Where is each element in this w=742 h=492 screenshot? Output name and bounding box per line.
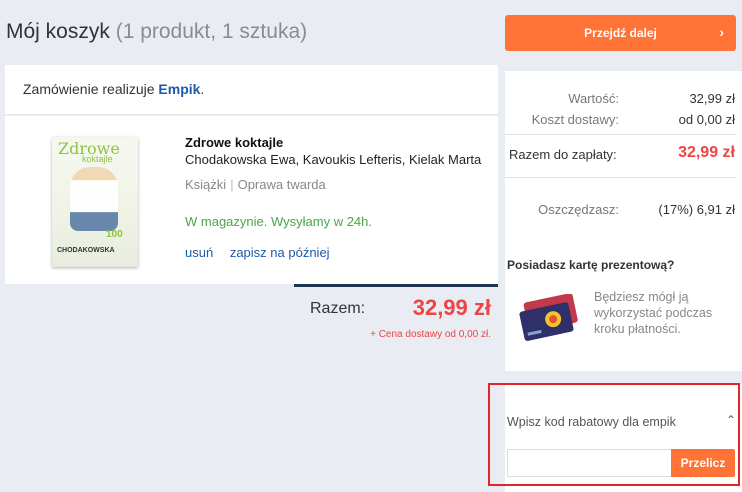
discount-code-input[interactable] — [507, 449, 672, 477]
page-title-text: Mój koszyk — [6, 20, 110, 43]
order-sidebar: Przejdź dalej › Wartość: 32,99 zł Koszt … — [505, 0, 742, 492]
cover-title-2: koktajle — [82, 154, 113, 164]
product-actions: usuń zapisz na później — [185, 245, 343, 260]
product-title[interactable]: Zdrowe koktajle — [185, 135, 283, 150]
discount-section: Wpisz kod rabatowy dla empik ⌃ Przelicz — [505, 384, 742, 492]
total-value: 32,99 zł — [412, 295, 491, 320]
total-divider — [294, 284, 498, 287]
remove-link[interactable]: usuń — [185, 245, 213, 260]
seller-prefix: Zamówienie realizuje — [23, 81, 159, 97]
summary-divider — [505, 177, 736, 178]
product-category: Książki — [185, 177, 227, 192]
total-pay-amount: 32,99 zł — [678, 144, 735, 161]
product-meta: Książki | Oprawa twarda — [185, 177, 326, 192]
seller-link[interactable]: Empik — [158, 81, 200, 97]
summary-divider — [505, 134, 736, 135]
seller-info: Zamówienie realizuje Empik. — [5, 65, 498, 115]
cover-figure — [70, 167, 118, 231]
availability-status: W magazynie. Wysyłamy w 24h. — [185, 214, 372, 229]
shipping-amount: od 0,00 zł — [678, 112, 735, 127]
proceed-button[interactable]: Przejdź dalej › — [505, 15, 736, 51]
proceed-label: Przejdź dalej — [584, 26, 657, 40]
gift-card-text: Będziesz mógł ją wykorzystać podczas kro… — [594, 290, 713, 336]
gift-card-icon — [519, 294, 578, 341]
product-authors: Chodakowska Ewa, Kavoukis Lefteris, Kiel… — [185, 152, 482, 167]
seller-text: Zamówienie realizuje Empik. — [23, 81, 204, 97]
product-binding: Oprawa twarda — [237, 177, 326, 192]
savings-amount: (17%) 6,91 zł — [658, 202, 735, 217]
value-label: Wartość: — [568, 91, 619, 106]
cover-number: 100 — [106, 229, 123, 240]
cover-author: CHODAKOWSKA — [57, 247, 115, 254]
delivery-note: + Cena dostawy od 0,00 zł. — [370, 329, 491, 340]
discount-label[interactable]: Wpisz kod rabatowy dla empik — [507, 415, 676, 429]
seller-suffix: . — [200, 81, 205, 97]
shipping-label: Koszt dostawy: — [531, 112, 619, 127]
total-label: Razem: — [310, 300, 366, 317]
order-summary: Wartość: 32,99 zł Koszt dostawy: od 0,00… — [505, 71, 742, 236]
gift-card-title: Posiadasz kartę prezentową? — [507, 258, 675, 272]
meta-separator: | — [230, 177, 234, 192]
total-pay-label: Razem do zapłaty: — [509, 147, 617, 162]
cart-item: Zdrowe koktajle 100 CHODAKOWSKA Zdrowe k… — [5, 116, 498, 284]
value-amount: 32,99 zł — [689, 91, 735, 106]
save-for-later-link[interactable]: zapisz na później — [230, 245, 330, 260]
product-cover-image[interactable]: Zdrowe koktajle 100 CHODAKOWSKA — [52, 137, 138, 267]
chevron-up-icon[interactable]: ⌃ — [726, 413, 736, 427]
apply-discount-button[interactable]: Przelicz — [671, 449, 735, 477]
page-title: Mój koszyk (1 produkt, 1 sztuka) — [6, 20, 307, 44]
savings-label: Oszczędzasz: — [538, 202, 619, 217]
gift-card-section: Posiadasz kartę prezentową? Będziesz móg… — [505, 236, 742, 371]
cart-count: (1 produkt, 1 sztuka) — [115, 20, 308, 43]
chevron-right-icon: › — [719, 24, 724, 40]
